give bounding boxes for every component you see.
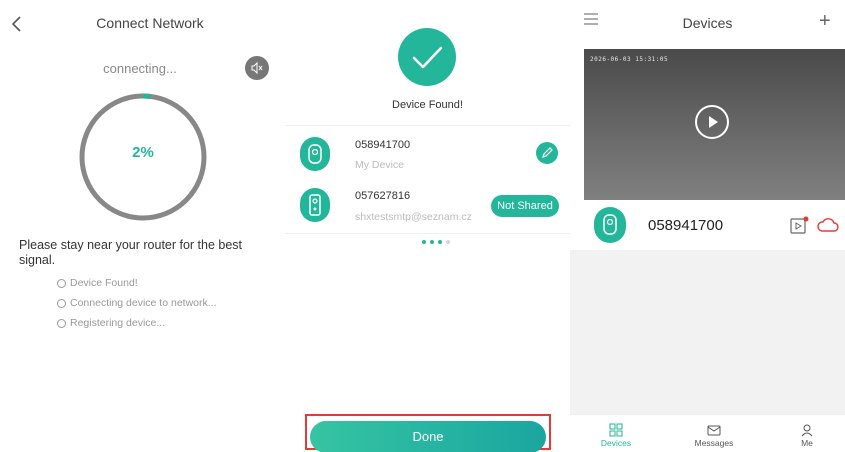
connecting-status: connecting...	[103, 61, 177, 76]
device-subtitle: shxtestsmtp@seznam.cz	[355, 211, 472, 223]
step-label: Connecting device to network...	[70, 297, 217, 309]
step-radio-icon	[57, 298, 66, 308]
device-found-screen: Device Found! 058941700 My Device 057627…	[285, 0, 570, 452]
done-button[interactable]: Done	[310, 421, 546, 452]
play-button[interactable]	[695, 105, 729, 139]
checkmark-icon	[412, 46, 443, 69]
page-dot	[430, 240, 434, 244]
divider	[285, 233, 570, 234]
router-tip: Please stay near your router for the bes…	[19, 238, 243, 267]
message-icon	[707, 425, 721, 436]
step-device-found: Device Found!	[57, 277, 138, 289]
divider	[285, 125, 570, 126]
step-registering: Registering device...	[57, 317, 165, 329]
device-row[interactable]: 058941700	[570, 200, 845, 250]
tab-devices[interactable]: Devices	[586, 423, 646, 448]
step-connecting: Connecting device to network...	[57, 297, 217, 309]
tab-me[interactable]: Me	[777, 423, 837, 448]
device-list-area	[570, 250, 845, 414]
step-label: Registering device...	[70, 317, 166, 329]
video-preview[interactable]: 2026-06-03 15:31:05	[584, 49, 845, 200]
tab-label: Me	[801, 438, 813, 448]
mute-button[interactable]	[245, 56, 269, 80]
page-dot	[446, 240, 450, 244]
back-arrow-icon[interactable]	[8, 14, 28, 34]
page-title: Connect Network	[96, 15, 204, 31]
device-subtitle: My Device	[355, 159, 405, 171]
step-radio-icon	[57, 318, 66, 328]
menu-icon[interactable]	[584, 13, 598, 25]
device-id: 057627816	[355, 190, 411, 202]
speaker-muted-icon	[251, 61, 263, 75]
page-dot	[438, 240, 442, 244]
devices-screen: Devices + 2026-06-03 15:31:05 058941700	[570, 0, 845, 452]
video-timestamp: 2026-06-03 15:31:05	[590, 56, 669, 63]
progress-percentage: 2%	[132, 144, 154, 161]
edit-name-button[interactable]	[536, 142, 558, 164]
add-device-button[interactable]: +	[819, 11, 831, 31]
connect-network-screen: Connect Network connecting... 2% Please …	[0, 0, 285, 452]
grid-icon	[609, 423, 623, 437]
camera-device-icon	[594, 207, 626, 243]
tab-label: Devices	[600, 438, 632, 448]
doorbell-device-icon	[300, 188, 330, 222]
device-found-title: Device Found!	[392, 99, 463, 111]
page-indicator	[422, 240, 450, 244]
step-radio-icon	[57, 278, 66, 288]
camera-device-icon	[300, 137, 330, 171]
pencil-icon	[542, 147, 553, 158]
success-badge	[398, 28, 456, 86]
playback-icon[interactable]	[790, 216, 812, 236]
not-shared-badge[interactable]: Not Shared	[491, 195, 559, 217]
device-name: 058941700	[648, 217, 724, 234]
tab-messages[interactable]: Messages	[684, 423, 744, 448]
device-id: 058941700	[355, 139, 411, 151]
cloud-icon[interactable]	[816, 217, 840, 233]
bottom-tab-bar: Devices Messages Me	[570, 414, 845, 452]
user-icon	[801, 424, 813, 437]
tab-label: Messages	[694, 438, 734, 448]
page-dot	[422, 240, 426, 244]
step-label: Device Found!	[70, 277, 138, 289]
play-icon	[709, 116, 718, 128]
page-title: Devices	[682, 15, 733, 31]
